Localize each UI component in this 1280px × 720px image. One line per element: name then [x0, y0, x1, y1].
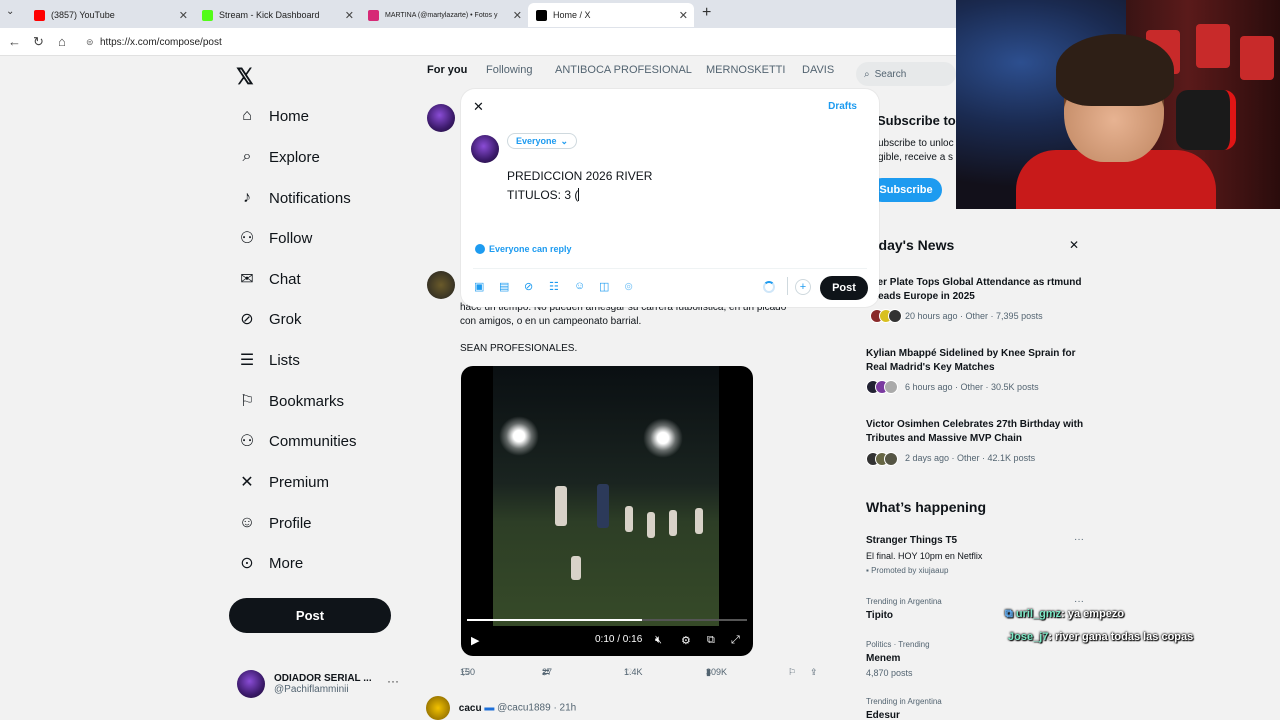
gaming-chair	[1176, 90, 1236, 150]
audience-selector[interactable]: Everyone ⌄	[507, 133, 578, 149]
browser-tab-instagram[interactable]: MARTINA (@martylazarte) • Fotos y ✕	[360, 3, 528, 27]
grok-icon[interactable]: ⊘	[524, 280, 533, 293]
reply-settings-label: Everyone can reply	[489, 244, 572, 254]
divider	[473, 268, 867, 269]
tab-close-icon[interactable]: ✕	[510, 8, 522, 22]
browser-tab-kick[interactable]: Stream - Kick Dashboard ✕	[194, 3, 360, 27]
compose-post-dialog: ✕ Drafts Everyone ⌄ PREDICCION 2026 RIVE…	[461, 89, 879, 307]
emoji-icon[interactable]: ☺	[574, 280, 585, 292]
reload-icon[interactable]: ↻	[33, 34, 44, 50]
poll-icon[interactable]: ☷	[549, 280, 559, 293]
hanging-jersey	[1196, 24, 1230, 68]
instagram-icon	[368, 9, 379, 21]
audience-label: Everyone	[516, 136, 557, 146]
post-text-line: PREDICCION 2026 RIVER	[507, 169, 653, 183]
globe-icon	[475, 244, 485, 254]
close-icon[interactable]: ✕	[473, 99, 484, 115]
drafts-button[interactable]: Drafts	[828, 101, 857, 112]
home-icon[interactable]: ⌂	[58, 34, 66, 49]
chevron-down-icon: ⌄	[560, 135, 569, 146]
browser-tab-x[interactable]: Home / X ✕	[528, 3, 694, 27]
chat-username: uril_gmz	[1015, 608, 1062, 620]
back-arrow-icon[interactable]: ←	[8, 34, 21, 49]
kick-icon	[202, 9, 213, 21]
tab-title: Stream - Kick Dashboard	[219, 10, 320, 20]
avatar	[471, 135, 499, 163]
new-tab-plus-icon[interactable]: +	[702, 4, 711, 22]
add-post-plus-icon[interactable]: +	[795, 279, 811, 295]
media-icon[interactable]: ▣	[474, 280, 484, 293]
divider	[787, 277, 788, 295]
address-bar: ← ↻ ⌂ ⊜ https://x.com/compose/post	[0, 28, 956, 56]
gif-icon[interactable]: ▤	[499, 280, 509, 293]
url-field[interactable]: ⊜ https://x.com/compose/post	[80, 32, 950, 52]
chat-text: : river gana todas las copas	[1048, 631, 1194, 643]
hanging-jersey	[1240, 36, 1274, 80]
streamer-hair	[1056, 34, 1174, 106]
reply-settings-button[interactable]: Everyone can reply	[475, 244, 572, 254]
webcam-overlay	[956, 0, 1280, 209]
tab-title: Home / X	[553, 10, 591, 20]
tab-title: (3857) YouTube	[51, 10, 115, 20]
post-text-line: TITULOS: 3 (	[507, 188, 579, 202]
character-count-ring	[763, 281, 775, 293]
chat-text: : ya empezo	[1061, 608, 1125, 620]
site-info-icon[interactable]: ⊜	[86, 37, 94, 48]
text-caret	[578, 188, 580, 201]
chat-message: Jose_j7: river gana todas las copas	[1008, 631, 1193, 643]
browser-tab-youtube[interactable]: (3857) YouTube ✕	[26, 3, 194, 27]
chat-message: ⧉ uril_gmz: ya empezo	[1005, 608, 1124, 621]
chat-username: Jose_j7	[1008, 631, 1049, 643]
location-icon: ⊚	[624, 281, 634, 293]
post-button[interactable]: Post	[820, 276, 868, 300]
url-text: https://x.com/compose/post	[100, 36, 222, 48]
tab-title: MARTINA (@martylazarte) • Fotos y	[385, 11, 498, 19]
tab-list-chevron-icon[interactable]: ⌄	[6, 6, 14, 17]
tab-close-icon[interactable]: ✕	[679, 9, 688, 22]
post-textarea[interactable]: PREDICCION 2026 RIVER TITULOS: 3 (	[507, 167, 652, 205]
x-logo-icon	[536, 9, 547, 21]
youtube-icon	[34, 9, 45, 21]
tab-close-icon[interactable]: ✕	[345, 9, 354, 22]
schedule-icon[interactable]: ◫	[599, 280, 609, 293]
chat-badge-icon: ⧉	[1005, 608, 1013, 620]
tab-close-icon[interactable]: ✕	[179, 9, 188, 22]
